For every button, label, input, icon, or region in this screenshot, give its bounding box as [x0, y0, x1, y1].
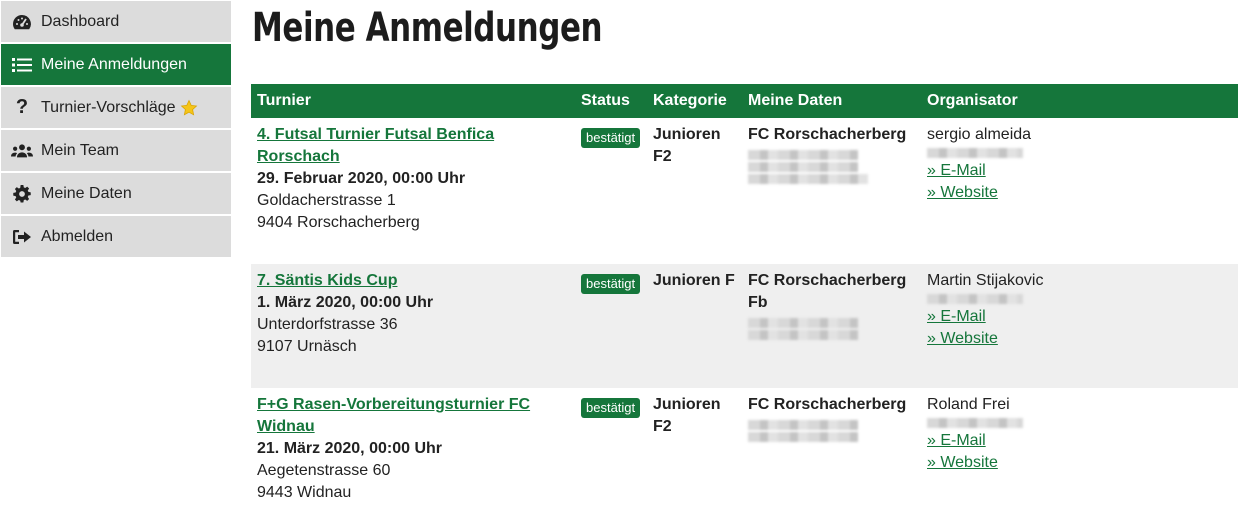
team-users-icon [11, 141, 33, 161]
cell-kategorie: Junioren F2 [647, 388, 742, 514]
nav-label-meine-daten: Meine Daten [41, 184, 132, 202]
redacted-contact [748, 318, 858, 328]
website-link[interactable]: » Website [927, 182, 1232, 204]
list-icon [11, 55, 33, 75]
header-meine-daten: Meine Daten [742, 84, 921, 118]
kategorie-text: Junioren F2 [653, 396, 721, 435]
team-name: FC Rorschacherberg [748, 126, 907, 143]
nav-item-mein-team[interactable]: Mein Team [1, 130, 231, 171]
redacted-phone [927, 148, 1023, 158]
tournament-street: Aegetenstrasse 60 [257, 462, 391, 479]
tournament-street: Goldacherstrasse 1 [257, 192, 396, 209]
email-link[interactable]: » E-Mail [927, 306, 1232, 328]
tournament-city: 9404 Rorschacherberg [257, 214, 420, 231]
header-status: Status [575, 84, 647, 118]
tournament-city: 9107 Urnäsch [257, 338, 357, 355]
cell-meine-daten: FC Rorschacherberg Fb [742, 264, 921, 388]
header-turnier: Turnier [251, 84, 575, 118]
nav-item-dashboard[interactable]: Dashboard [1, 1, 231, 42]
cell-kategorie: Junioren F2 [647, 118, 742, 264]
nav-item-turnier-vorschlaege[interactable]: ? Turnier-Vorschläge [1, 87, 231, 128]
table-header-row: Turnier Status Kategorie Meine Daten Org… [251, 84, 1238, 118]
header-kategorie: Kategorie [647, 84, 742, 118]
sidebar: Dashboard Meine Anmeldungen ? Turnier-Vo… [1, 1, 231, 259]
cell-turnier: 4. Futsal Turnier Futsal Benfica Rorscha… [251, 118, 575, 264]
redacted-contact [748, 432, 858, 442]
nav-label-turnier-vorschlaege: Turnier-Vorschläge [41, 98, 176, 116]
cell-meine-daten: FC Rorschacherberg [742, 388, 921, 514]
tournament-city: 9443 Widnau [257, 484, 352, 501]
tournament-link[interactable]: 7. Säntis Kids Cup [257, 272, 397, 289]
sign-out-icon [11, 227, 33, 247]
tournament-date: 1. März 2020, 00:00 Uhr [257, 294, 434, 311]
organizer-name: Roland Frei [927, 396, 1010, 413]
tournament-street: Unterdorfstrasse 36 [257, 316, 398, 333]
tournament-link[interactable]: F+G Rasen-Vorbereitungsturnier FC Widnau [257, 396, 530, 435]
nav-label-dashboard: Dashboard [41, 12, 120, 30]
kategorie-text: Junioren F [653, 272, 735, 289]
kategorie-text: Junioren F2 [653, 126, 721, 165]
registrations-table: Turnier Status Kategorie Meine Daten Org… [251, 84, 1238, 514]
cell-organisator: Roland Frei » E-Mail » Website [921, 388, 1238, 514]
nav-label-meine-anmeldungen: Meine Anmeldungen [41, 55, 187, 73]
table-row: F+G Rasen-Vorbereitungsturnier FC Widnau… [251, 388, 1238, 514]
dashboard-gauge-icon [11, 12, 33, 32]
cell-status: bestätigt [575, 264, 647, 388]
cell-organisator: Martin Stijakovic » E-Mail » Website [921, 264, 1238, 388]
cell-status: bestätigt [575, 388, 647, 514]
cell-status: bestätigt [575, 118, 647, 264]
website-link[interactable]: » Website [927, 328, 1232, 350]
header-organisator: Organisator [921, 84, 1238, 118]
organizer-name: sergio almeida [927, 126, 1032, 143]
nav-item-abmelden[interactable]: Abmelden [1, 216, 231, 257]
tournament-link[interactable]: 4. Futsal Turnier Futsal Benfica Rorscha… [257, 126, 494, 165]
nav-item-meine-anmeldungen[interactable]: Meine Anmeldungen [1, 44, 231, 85]
email-link[interactable]: » E-Mail [927, 160, 1232, 182]
redacted-phone [927, 418, 1023, 428]
status-badge: bestätigt [581, 274, 641, 294]
redacted-contact [748, 330, 858, 340]
question-mark-icon: ? [15, 96, 29, 118]
redacted-contact [748, 162, 858, 172]
star-icon [180, 99, 198, 117]
table-row: 4. Futsal Turnier Futsal Benfica Rorscha… [251, 118, 1238, 264]
cell-turnier: 7. Säntis Kids Cup 1. März 2020, 00:00 U… [251, 264, 575, 388]
page-title: Meine Anmeldungen [252, 5, 603, 51]
cell-meine-daten: FC Rorschacherberg [742, 118, 921, 264]
nav-label-mein-team: Mein Team [41, 141, 119, 159]
gear-icon [11, 184, 33, 204]
tournament-date: 21. März 2020, 00:00 Uhr [257, 440, 442, 457]
cell-kategorie: Junioren F [647, 264, 742, 388]
redacted-contact [748, 420, 858, 430]
status-badge: bestätigt [581, 128, 641, 148]
redacted-contact [748, 150, 858, 160]
status-badge: bestätigt [581, 398, 641, 418]
tournament-date: 29. Februar 2020, 00:00 Uhr [257, 170, 466, 187]
cell-organisator: sergio almeida » E-Mail » Website [921, 118, 1238, 264]
cell-turnier: F+G Rasen-Vorbereitungsturnier FC Widnau… [251, 388, 575, 514]
table-row: 7. Säntis Kids Cup 1. März 2020, 00:00 U… [251, 264, 1238, 388]
team-name: FC Rorschacherberg Fb [748, 272, 907, 311]
redacted-contact [748, 174, 868, 184]
email-link[interactable]: » E-Mail [927, 430, 1232, 452]
nav-label-abmelden: Abmelden [41, 227, 114, 245]
website-link[interactable]: » Website [927, 452, 1232, 474]
organizer-name: Martin Stijakovic [927, 272, 1044, 289]
redacted-phone [927, 294, 1023, 304]
team-name: FC Rorschacherberg [748, 396, 907, 413]
nav-item-meine-daten[interactable]: Meine Daten [1, 173, 231, 214]
